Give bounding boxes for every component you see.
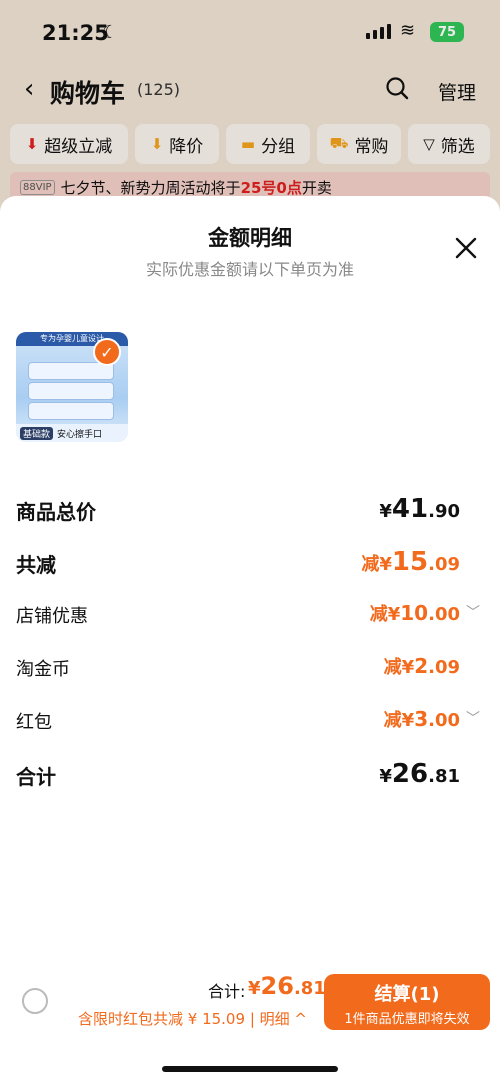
product-caption: 安心擦手口 bbox=[57, 429, 103, 440]
row-value: 减¥3.00 bbox=[383, 707, 460, 731]
product-footer: 基础款 安心擦手口 bbox=[16, 424, 128, 442]
sheet-title: 金额明细 bbox=[208, 226, 292, 250]
checkout-button[interactable]: 结算(1) 1件商品优惠即将失效 bbox=[324, 974, 490, 1030]
chevron-down-icon[interactable]: ﹀ bbox=[466, 708, 480, 728]
checkout-label: 结算(1) bbox=[374, 984, 440, 1005]
row-coins: 淘金币 减¥2.09 bbox=[16, 651, 484, 704]
home-indicator[interactable] bbox=[162, 1066, 338, 1072]
total-label: 合计: bbox=[208, 982, 246, 1001]
chevron-down-icon[interactable]: ﹀ bbox=[466, 602, 480, 622]
row-value: 减¥10.00 bbox=[369, 601, 460, 625]
row-label: 合计 bbox=[16, 765, 56, 789]
row-value: 减¥15.09 bbox=[361, 547, 460, 577]
row-store-discount[interactable]: 店铺优惠 减¥10.00 ﹀ bbox=[16, 598, 484, 651]
row-sum: 合计 ¥26.81 bbox=[16, 757, 484, 810]
amount-rows: 商品总价 ¥41.90 共减 减¥15.09 店铺优惠 减¥10.00 ﹀ 淘金… bbox=[16, 492, 484, 810]
row-label: 淘金币 bbox=[16, 659, 70, 680]
sheet-subtitle: 实际优惠金额请以下单页为准 bbox=[145, 260, 354, 279]
product-tag: 基础款 bbox=[20, 426, 54, 440]
row-red-packet[interactable]: 红包 减¥3.00 ﹀ bbox=[16, 704, 484, 757]
amount-detail-sheet: 金额明细 实际优惠金额请以下单页为准 专为孕婴儿童设计 基础款 安心擦手口 ✓ … bbox=[0, 196, 500, 1082]
row-value: 减¥2.09 bbox=[383, 654, 460, 678]
detail-link: | 明细 ^ bbox=[249, 1010, 307, 1028]
select-all-radio[interactable] bbox=[22, 988, 48, 1014]
overlay-dim[interactable] bbox=[0, 0, 500, 220]
checkout-sub: 1件商品优惠即将失效 bbox=[344, 1012, 470, 1027]
check-icon[interactable]: ✓ bbox=[93, 338, 121, 366]
product-pack bbox=[28, 382, 114, 400]
discount-summary[interactable]: 含限时红包共减 ¥ 15.09 | 明细 ^ bbox=[78, 1008, 307, 1029]
product-pack bbox=[28, 402, 114, 420]
row-label: 商品总价 bbox=[16, 500, 96, 524]
row-total-price: 商品总价 ¥41.90 bbox=[16, 492, 484, 545]
checkout-bar: 合计: ¥26.81 含限时红包共减 ¥ 15.09 | 明细 ^ 结算(1) … bbox=[0, 968, 500, 1048]
row-label: 店铺优惠 bbox=[16, 606, 88, 627]
row-label: 红包 bbox=[16, 712, 52, 733]
row-total-discount: 共减 减¥15.09 bbox=[16, 545, 484, 598]
row-value: ¥26.81 bbox=[379, 759, 460, 789]
row-label: 共减 bbox=[16, 553, 56, 577]
row-value: ¥41.90 bbox=[379, 494, 460, 524]
close-icon[interactable] bbox=[452, 234, 480, 262]
total-value: ¥26.81 bbox=[248, 972, 326, 1000]
